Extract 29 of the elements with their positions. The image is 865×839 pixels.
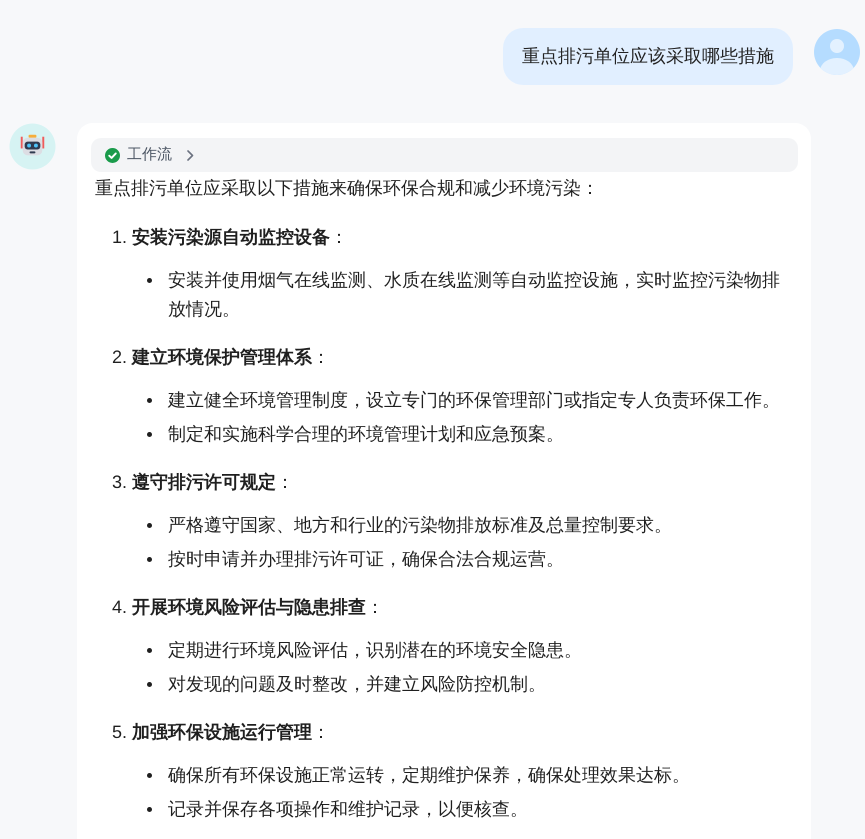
chevron-right-icon — [187, 150, 194, 160]
bullet-text: 按时申请并办理排污许可证，确保合法合规运营。 — [168, 548, 564, 571]
bullet-text: 对发现的问题及时整改，并建立风险防控机制。 — [168, 673, 546, 696]
bullet-text: 建立健全环境管理制度，设立专门的环保管理部门或指定专人负责环保工作。 — [168, 389, 780, 412]
person-avatar-icon — [814, 29, 860, 75]
bullet-icon — [147, 278, 152, 283]
bullet-text: 记录并保存各项操作和维护记录，以便核查。 — [168, 798, 528, 821]
bullet-icon — [147, 682, 152, 687]
intro-text: 重点排污单位应采取以下措施来确保环保合规和减少环境污染： — [95, 177, 600, 200]
user-message-bubble: 重点排污单位应该采取哪些措施 — [503, 28, 793, 85]
section-heading: 1. 安装污染源自动监控设备： — [112, 226, 348, 249]
section-heading: 2. 建立环境保护管理体系： — [112, 346, 330, 369]
bullet-icon — [147, 398, 152, 403]
bullet-icon — [147, 557, 152, 562]
section-heading: 3. 遵守排污许可规定： — [112, 471, 294, 494]
bullet-icon — [147, 523, 152, 528]
bullet-icon — [147, 648, 152, 653]
bullet-text: 严格遵守国家、地方和行业的污染物排放标准及总量控制要求。 — [168, 514, 672, 537]
robot-avatar-icon — [9, 123, 56, 170]
section-heading: 5. 加强环保设施运行管理： — [112, 721, 330, 744]
section-heading: 4. 开展环境风险评估与隐患排查： — [112, 596, 384, 619]
bullet-icon — [147, 432, 152, 437]
bullet-text: 确保所有环保设施正常运转，定期维护保养，确保处理效果达标。 — [168, 764, 690, 787]
bullet-text: 定期进行环境风险评估，识别潜在的环境安全隐患。 — [168, 639, 582, 662]
bullet-icon — [147, 773, 152, 778]
bullet-text: 制定和实施科学合理的环境管理计划和应急预案。 — [168, 423, 564, 446]
bullet-text: 安装并使用烟气在线监测、水质在线监测等自动监控设施，实时监控污染物排放情况。 — [168, 269, 781, 321]
bullet-icon — [147, 807, 152, 812]
workflow-button[interactable]: 工作流 — [91, 138, 798, 172]
